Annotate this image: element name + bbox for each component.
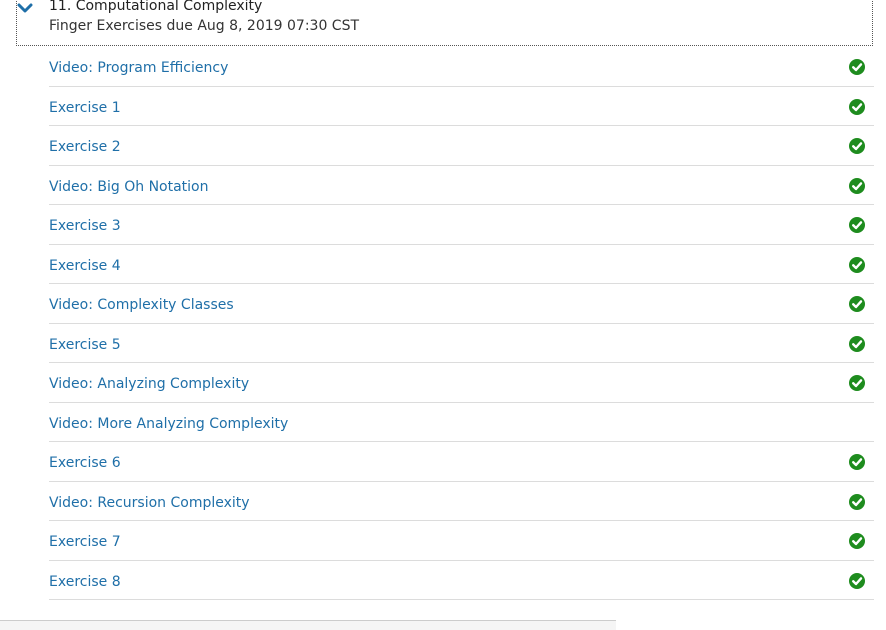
unit-link[interactable]: Video: More Analyzing Complexity [49, 415, 288, 433]
check-circle-icon [849, 59, 865, 75]
unit-link[interactable]: Video: Program Efficiency [49, 59, 228, 77]
check-circle-icon [849, 296, 865, 312]
check-circle-icon [849, 335, 865, 352]
list-item: Video: Big Oh Notation [49, 166, 874, 205]
list-item: Exercise 4 [49, 245, 874, 284]
chevron-down-icon[interactable] [17, 1, 33, 15]
unit-link[interactable]: Exercise 3 [49, 217, 121, 235]
unit-link[interactable]: Video: Big Oh Notation [49, 178, 209, 196]
unit-link[interactable]: Exercise 7 [49, 533, 121, 551]
unit-link[interactable]: Video: Analyzing Complexity [49, 375, 249, 393]
unit-link[interactable]: Exercise 4 [49, 257, 121, 275]
unit-link[interactable]: Exercise 1 [49, 99, 121, 117]
unit-link[interactable]: Exercise 5 [49, 336, 121, 354]
check-circle-icon [849, 98, 865, 115]
check-circle-icon [849, 177, 865, 194]
section-title: 11. Computational Complexity [49, 0, 263, 14]
unit-link[interactable]: Video: Complexity Classes [49, 296, 234, 314]
section-due-date: Finger Exercises due Aug 8, 2019 07:30 C… [49, 18, 360, 34]
check-circle-icon [849, 375, 865, 391]
unit-link[interactable]: Exercise 8 [49, 573, 121, 591]
check-circle-icon [849, 256, 865, 273]
unit-link[interactable]: Video: Recursion Complexity [49, 494, 250, 512]
check-circle-icon [849, 533, 865, 549]
unit-link[interactable]: Exercise 2 [49, 138, 121, 156]
list-item: Video: More Analyzing Complexity [49, 403, 874, 442]
course-outline-page: 11. Computational Complexity Finger Exer… [0, 0, 886, 630]
check-circle-icon [849, 454, 865, 470]
check-circle-icon [849, 493, 865, 510]
status-bar [0, 620, 616, 630]
subsection-list: Video: Program Efficiency Exercise 1 Exerc… [49, 47, 874, 600]
section-header[interactable]: 11. Computational Complexity Finger Exer… [16, 0, 873, 46]
list-item: Exercise 6 [49, 442, 874, 482]
unit-link[interactable]: Exercise 6 [49, 454, 121, 472]
list-item: Exercise 3 [49, 205, 874, 245]
list-item: Exercise 8 [49, 561, 874, 600]
list-item: Video: Complexity Classes [49, 284, 874, 324]
list-item: Video: Recursion Complexity [49, 482, 874, 521]
check-circle-icon [849, 572, 865, 589]
list-item: Exercise 2 [49, 126, 874, 166]
check-circle-icon [849, 138, 865, 154]
check-circle-icon [849, 217, 865, 233]
list-item: Exercise 1 [49, 87, 874, 126]
list-item: Exercise 5 [49, 324, 874, 363]
list-item: Video: Analyzing Complexity [49, 363, 874, 403]
list-item: Exercise 7 [49, 521, 874, 561]
list-item: Video: Program Efficiency [49, 47, 874, 87]
